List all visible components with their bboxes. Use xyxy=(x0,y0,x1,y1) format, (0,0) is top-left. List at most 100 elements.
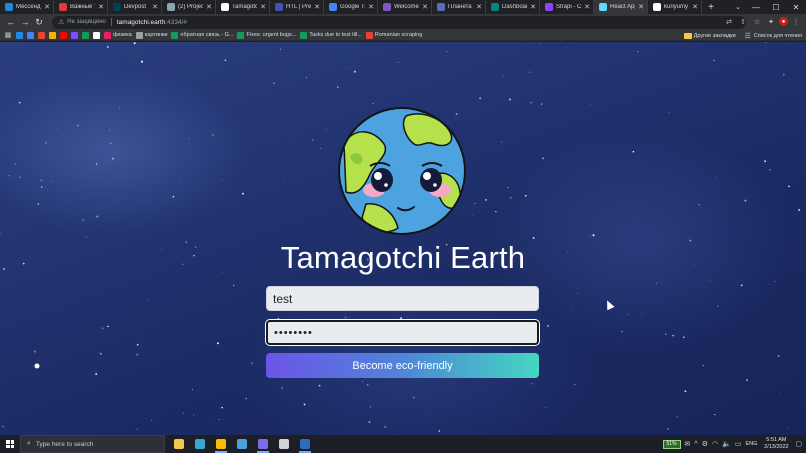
volume-icon[interactable]: 🔈 xyxy=(722,440,731,448)
taskbar-app-discord[interactable] xyxy=(254,435,272,453)
notifications-icon[interactable]: ▢ xyxy=(795,440,802,448)
browser-tab[interactable]: Google Tra✕ xyxy=(324,0,378,14)
browser-tab[interactable]: Tamagotc ✕ xyxy=(216,0,270,14)
tab-strip: Мессенд✕Важные те✕Devpost✕(2) Project✕Ta… xyxy=(0,0,806,14)
other-bookmarks[interactable]: Другие закладки xyxy=(683,32,736,39)
close-tab-icon[interactable]: ✕ xyxy=(584,3,590,11)
close-window-icon[interactable]: ✕ xyxy=(786,0,806,14)
clock[interactable]: 5:51 AM 2/13/2022 xyxy=(761,437,791,451)
bookmark-favicon-icon xyxy=(82,31,89,39)
username-input[interactable]: test xyxy=(266,286,539,311)
back-icon[interactable]: ← xyxy=(4,15,18,29)
taskbar-app-chrome[interactable] xyxy=(212,435,230,453)
close-tab-icon[interactable]: ✕ xyxy=(152,3,158,11)
bookmark-item[interactable]: физика xyxy=(104,31,132,39)
browser-tab[interactable]: Мессенд ✕ xyxy=(0,0,54,14)
bookmark-favicon-icon xyxy=(365,31,373,39)
sync-icon[interactable]: ⚙ xyxy=(702,440,708,448)
bookmark-item[interactable] xyxy=(49,31,56,39)
bookmark-item[interactable] xyxy=(93,31,100,39)
battery-indicator[interactable]: 51% xyxy=(662,439,681,449)
bookmark-item[interactable] xyxy=(16,31,23,39)
browser-tab[interactable]: kuriyumy ✕ xyxy=(648,0,702,14)
bookmark-item[interactable]: картинки xyxy=(135,31,167,39)
bookmark-item[interactable]: Fixes: urgent bugs... xyxy=(237,31,296,39)
taskbar-app-settings[interactable] xyxy=(275,435,293,453)
close-tab-icon[interactable]: ✕ xyxy=(314,3,320,11)
browser-tab[interactable]: Welcome t✕ xyxy=(378,0,432,14)
reading-list[interactable]: ☰ Список для чтения xyxy=(744,29,802,43)
star xyxy=(19,176,21,178)
close-tab-icon[interactable]: ✕ xyxy=(44,3,50,11)
bookmark-item[interactable] xyxy=(82,31,89,39)
browser-tab[interactable]: Strapi - Co✕ xyxy=(540,0,594,14)
notification-area-icon[interactable]: ✉ xyxy=(685,440,691,448)
star xyxy=(785,111,786,113)
browser-tab[interactable]: Важные те✕ xyxy=(54,0,108,14)
menu-icon[interactable]: ⋮ xyxy=(790,15,802,29)
submit-button[interactable]: Become eco-friendly xyxy=(266,353,539,378)
close-tab-icon[interactable]: ✕ xyxy=(98,3,104,11)
browser-tab[interactable]: Devpost ✕ xyxy=(108,0,162,14)
taskbar-app-messenger[interactable] xyxy=(233,435,251,453)
extensions-icon[interactable]: ✦ xyxy=(765,15,777,29)
start-button[interactable] xyxy=(0,435,20,453)
reload-icon[interactable]: ↻ xyxy=(32,15,46,29)
taskbar-app-file-explorer[interactable] xyxy=(170,435,188,453)
star xyxy=(546,324,549,327)
tab-search-button[interactable]: ⌄ xyxy=(730,0,746,14)
tab-favicon-icon xyxy=(221,3,229,11)
show-hidden-icons[interactable]: ^ xyxy=(694,441,697,448)
wifi-icon[interactable]: ◠ xyxy=(712,440,718,448)
browser-tab[interactable]: (2) Project ✕ xyxy=(162,0,216,14)
star xyxy=(400,317,403,320)
close-tab-icon[interactable]: ✕ xyxy=(260,3,266,11)
star xyxy=(508,98,511,101)
star xyxy=(471,215,473,216)
minimize-icon[interactable]: — xyxy=(746,0,766,14)
browser-tab[interactable]: Планета —✕ xyxy=(432,0,486,14)
profile-avatar[interactable]: ● xyxy=(779,17,788,26)
taskbar-app-notepad[interactable] xyxy=(191,435,209,453)
bookmark-item[interactable] xyxy=(38,31,45,39)
star xyxy=(746,379,748,381)
address-bar[interactable]: ⚠ Не защищено tamagotchi.earth:4334/# xyxy=(52,15,746,29)
star xyxy=(96,215,99,218)
star xyxy=(698,204,700,206)
close-tab-icon[interactable]: ✕ xyxy=(692,3,698,11)
maximize-icon[interactable]: ☐ xyxy=(766,0,786,14)
star xyxy=(530,101,532,104)
browser-tab[interactable]: HTL | Prezi✕ xyxy=(270,0,324,14)
new-tab-button[interactable]: + xyxy=(702,0,720,14)
close-tab-icon[interactable]: ✕ xyxy=(422,3,428,11)
star xyxy=(191,388,194,391)
taskbar-search[interactable]: ⌕ Type here to search xyxy=(20,435,165,453)
password-input[interactable]: •••••••• xyxy=(265,319,540,346)
bookmark-star-icon[interactable]: ☆ xyxy=(751,15,763,29)
close-tab-icon[interactable]: ✕ xyxy=(638,3,644,11)
share-icon[interactable]: ⇪ xyxy=(737,15,749,29)
translate-icon[interactable]: ⇄ xyxy=(723,15,735,29)
forward-icon[interactable]: → xyxy=(18,15,32,29)
bookmark-item[interactable] xyxy=(71,31,78,39)
bookmark-favicon-icon xyxy=(135,31,143,39)
battery-icon[interactable]: ▭ xyxy=(735,440,742,448)
bookmark-item[interactable] xyxy=(60,31,67,39)
star xyxy=(479,97,481,100)
apps-grid-icon[interactable]: ▦ xyxy=(4,28,12,42)
browser-tab[interactable]: React App ✕ xyxy=(594,0,648,14)
bookmark-item[interactable] xyxy=(27,31,34,39)
close-tab-icon[interactable]: ✕ xyxy=(368,3,374,11)
star xyxy=(362,380,364,383)
close-tab-icon[interactable]: ✕ xyxy=(476,3,482,11)
close-tab-icon[interactable]: ✕ xyxy=(206,3,212,11)
warning-icon[interactable]: ⚠ xyxy=(58,18,64,26)
browser-tab[interactable]: Dashboard✕ xyxy=(486,0,540,14)
bookmark-item[interactable]: Tasks due to test till... xyxy=(300,31,362,39)
language-indicator[interactable]: ENG xyxy=(745,441,757,447)
bookmark-item[interactable]: обратная связь - G... xyxy=(171,31,233,39)
taskbar-app-terminal[interactable] xyxy=(296,435,314,453)
bookmark-item[interactable]: Romanian scraping xyxy=(365,31,422,39)
close-tab-icon[interactable]: ✕ xyxy=(530,3,536,11)
tab-favicon-icon xyxy=(167,3,175,11)
